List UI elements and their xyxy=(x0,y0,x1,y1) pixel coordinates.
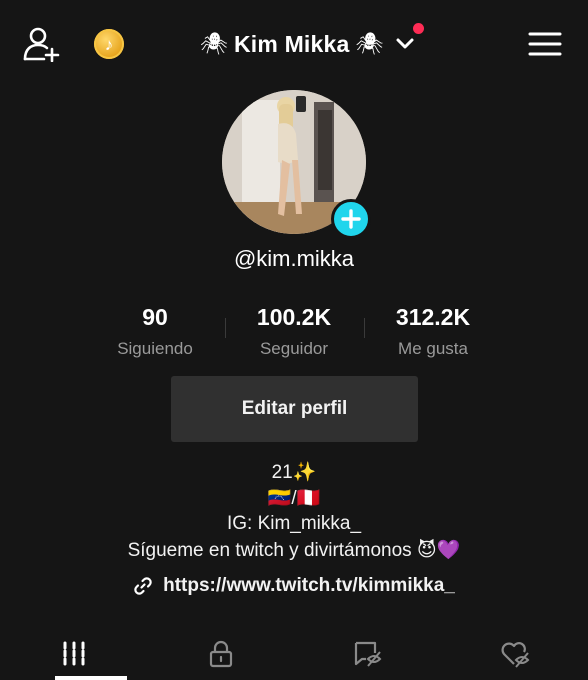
following-stat[interactable]: 90 Siguiendo xyxy=(80,304,230,359)
spider-emoji-right: 🕷 xyxy=(355,31,384,56)
person-add-icon xyxy=(23,27,60,62)
page-title: Kim Mikka xyxy=(233,30,350,57)
profile-link-url[interactable]: https://www.twitch.tv/kimmikka_ xyxy=(163,575,455,597)
add-user-button[interactable] xyxy=(22,26,62,62)
plus-icon xyxy=(341,209,361,229)
tiktok-coin-icon[interactable]: ♪ xyxy=(94,29,124,59)
tab-liked[interactable] xyxy=(441,628,588,680)
active-tab-indicator xyxy=(55,676,127,680)
bio-line-flags: 🇻🇪/🇵🇪 xyxy=(267,488,321,509)
bio-line: 21✨ xyxy=(271,462,317,483)
likes-count: 312.2K xyxy=(395,304,471,330)
likes-stat[interactable]: 312.2K Me gusta xyxy=(358,304,508,359)
tab-reposts[interactable] xyxy=(294,628,441,680)
chevron-down-icon xyxy=(396,38,414,49)
add-avatar-button[interactable] xyxy=(331,199,371,239)
profile-link[interactable]: https://www.twitch.tv/kimmikka_ xyxy=(0,575,588,597)
following-label: Siguiendo xyxy=(117,339,193,358)
bio-line: Sígueme en twitch y divirtámonos 😈💜 xyxy=(127,540,461,561)
likes-label: Me gusta xyxy=(398,339,468,358)
followers-label: Seguidor xyxy=(259,339,329,358)
lock-icon xyxy=(209,640,232,668)
link-icon xyxy=(134,577,152,595)
followers-stat[interactable]: 100.2K Seguidor xyxy=(219,304,369,359)
notification-dot xyxy=(413,23,424,34)
videos-grid-icon xyxy=(63,641,84,667)
tab-private[interactable] xyxy=(147,628,294,680)
coin-glyph: ♪ xyxy=(104,34,114,54)
hamburger-menu-icon xyxy=(528,32,562,56)
bio-line: IG: Kim_mikka_ xyxy=(226,513,362,534)
spider-emoji-left: 🕷 xyxy=(200,31,228,56)
username: @kim.mikka xyxy=(233,246,355,271)
account-switcher[interactable]: 🕷 Kim Mikka 🕷 xyxy=(200,24,415,64)
followers-count: 100.2K xyxy=(256,304,332,330)
edit-profile-button[interactable]: Editar perfil xyxy=(171,376,418,442)
following-count: 90 xyxy=(142,304,168,330)
repost-hidden-icon xyxy=(354,641,381,667)
menu-button[interactable] xyxy=(528,30,562,58)
tab-videos[interactable] xyxy=(0,628,147,680)
liked-hidden-icon xyxy=(501,642,529,668)
